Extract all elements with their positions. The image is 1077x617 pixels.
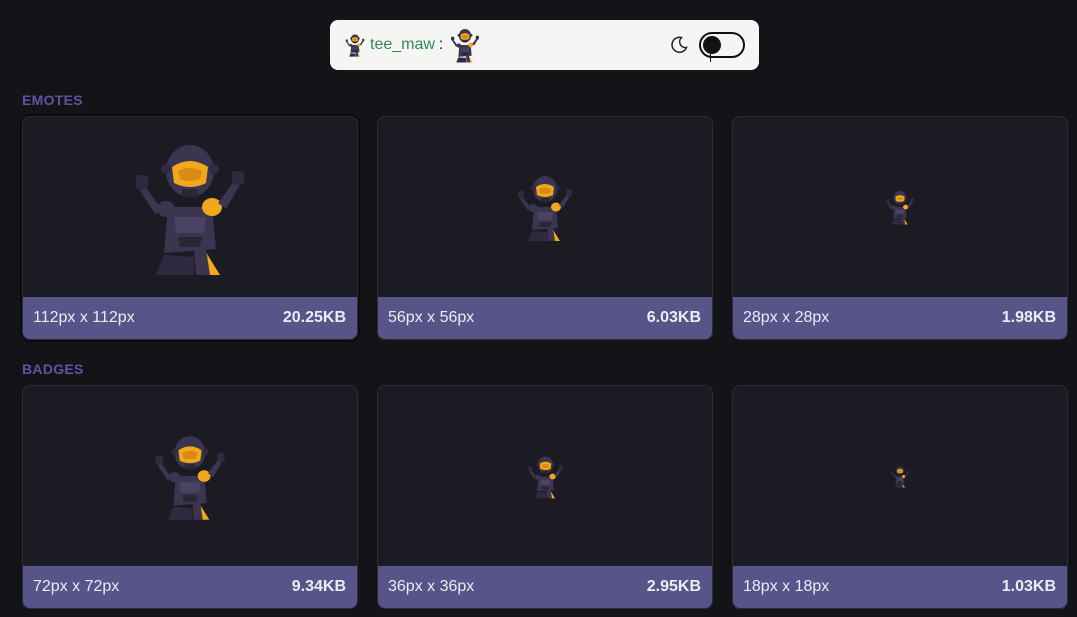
emote-preview xyxy=(23,117,357,297)
badge-preview xyxy=(23,386,357,566)
emote-preview-icon xyxy=(449,27,481,63)
emote-preview xyxy=(378,117,712,297)
card-filesize: 20.25KB xyxy=(282,309,346,326)
card-filesize: 1.03KB xyxy=(1001,578,1056,595)
card-footer: 28px x 28px 1.98KB xyxy=(733,297,1067,339)
emote-preview xyxy=(733,117,1067,297)
card-footer: 36px x 36px 2.95KB xyxy=(378,566,712,608)
card-dimensions: 28px x 28px xyxy=(743,309,830,326)
robot-emote-icon xyxy=(513,172,577,242)
badge-preview xyxy=(733,386,1067,566)
card-footer: 18px x 18px 1.03KB xyxy=(733,566,1067,608)
card-dimensions: 56px x 56px xyxy=(388,309,475,326)
card-filesize: 1.98KB xyxy=(1001,309,1056,326)
chat-preview-bar: tee_maw: xyxy=(330,20,759,70)
card-dimensions: 72px x 72px xyxy=(33,578,120,595)
moon-icon xyxy=(671,36,688,53)
toggle-knob xyxy=(703,36,721,54)
dark-mode-toggle[interactable] xyxy=(699,32,745,62)
robot-badge-icon xyxy=(525,454,566,499)
card-footer: 56px x 56px 6.03KB xyxy=(378,297,712,339)
emote-card-112[interactable]: 112px x 112px 20.25KB xyxy=(22,116,358,340)
card-footer: 112px x 112px 20.25KB xyxy=(23,297,357,339)
badge-card-36[interactable]: 36px x 36px 2.95KB xyxy=(377,385,713,609)
chat-line: tee_maw: xyxy=(344,27,669,63)
card-footer: 72px x 72px 9.34KB xyxy=(23,566,357,608)
emote-card-56[interactable]: 56px x 56px 6.03KB xyxy=(377,116,713,340)
card-dimensions: 18px x 18px xyxy=(743,578,830,595)
card-dimensions: 112px x 112px xyxy=(33,309,135,326)
robot-badge-icon xyxy=(149,431,231,521)
chat-colon: : xyxy=(438,36,444,53)
badge-card-18[interactable]: 18px x 18px 1.03KB xyxy=(732,385,1068,609)
emote-card-28[interactable]: 28px x 28px 1.98KB xyxy=(732,116,1068,340)
section-title-badges: BADGES xyxy=(22,361,84,377)
robot-emote-icon xyxy=(126,137,254,277)
robot-badge-icon xyxy=(890,465,910,488)
card-filesize: 6.03KB xyxy=(646,309,701,326)
card-filesize: 9.34KB xyxy=(291,578,346,595)
user-badge-icon xyxy=(344,33,366,57)
badge-card-72[interactable]: 72px x 72px 9.34KB xyxy=(22,385,358,609)
badge-preview xyxy=(378,386,712,566)
card-filesize: 2.95KB xyxy=(646,578,701,595)
robot-emote-icon xyxy=(884,189,916,225)
text-cursor xyxy=(710,50,711,62)
chat-username: tee_maw xyxy=(370,36,435,53)
section-title-emotes: EMOTES xyxy=(22,92,83,108)
card-dimensions: 36px x 36px xyxy=(388,578,475,595)
